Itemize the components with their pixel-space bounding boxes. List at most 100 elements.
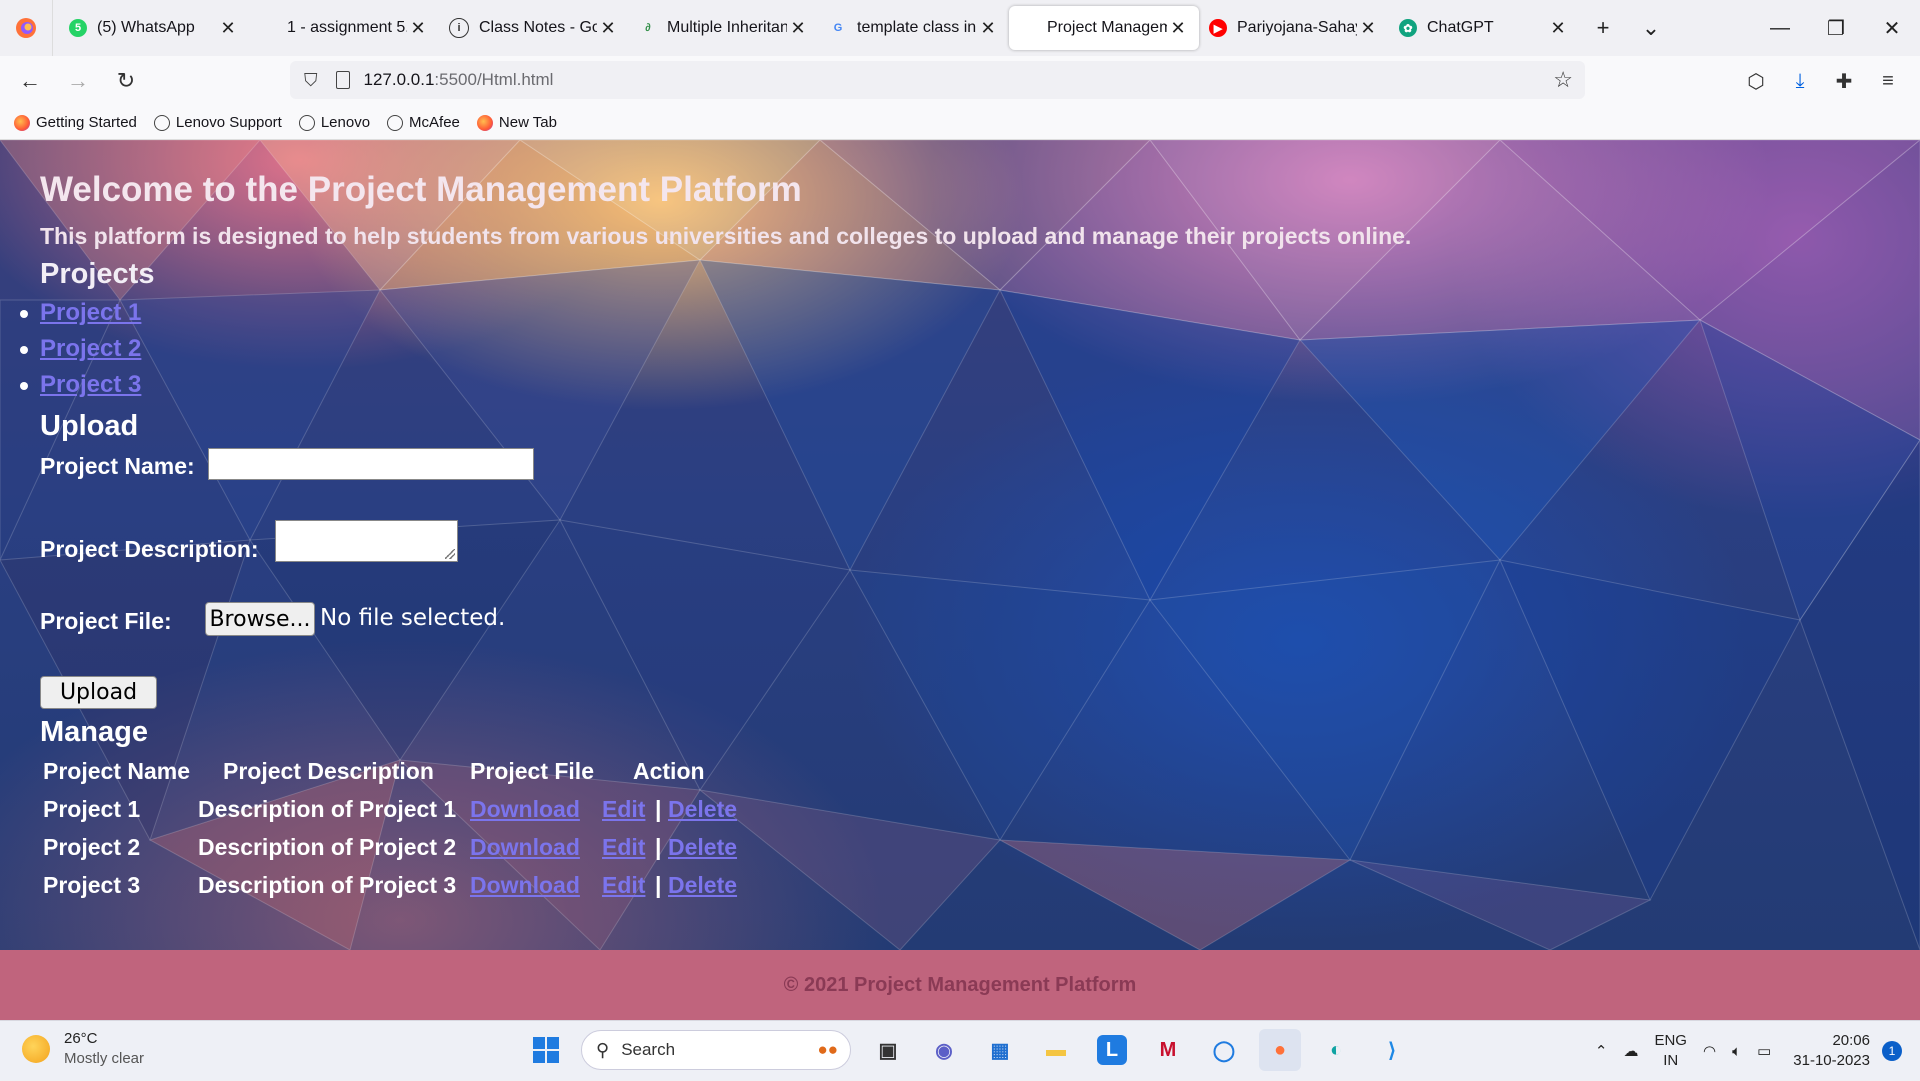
firefox-icon[interactable]: ● — [1259, 1029, 1301, 1071]
edit-link[interactable]: Edit — [602, 834, 645, 861]
close-tab-icon[interactable]: ✕ — [597, 18, 619, 39]
restore-icon[interactable]: ❐ — [1808, 0, 1864, 56]
download-link[interactable]: Download — [470, 834, 580, 861]
delete-link[interactable]: Delete — [668, 796, 737, 823]
browser-tab[interactable]: ∂ Multiple Inheritanc ✕ — [629, 6, 819, 50]
bookmark-label: New Tab — [498, 114, 557, 131]
browser-tab[interactable]: i Class Notes - Goo ✕ — [439, 6, 629, 50]
browser-tab[interactable]: ✿ ChatGPT ✕ — [1389, 6, 1579, 50]
browse-file-button[interactable]: Browse... — [205, 602, 315, 636]
project-name-input[interactable] — [208, 448, 534, 480]
browser-tab[interactable]: 5 (5) WhatsApp ✕ — [59, 6, 249, 50]
browser-tab[interactable]: Project Management P✕ — [1009, 6, 1199, 50]
firefox-menu-icon[interactable] — [0, 0, 53, 56]
project-link[interactable]: Project 1 — [40, 299, 141, 326]
edit-link[interactable]: Edit — [602, 872, 645, 899]
navigation-toolbar: ← → ↻ ⛉ 127.0.0.1:5500/Html.html ☆ ⬡ ⤓ ✚… — [0, 56, 1920, 106]
downloads-icon[interactable]: ⤓ — [1778, 70, 1822, 93]
project-link[interactable]: Project 3 — [40, 371, 141, 398]
forward-icon[interactable]: → — [56, 61, 100, 101]
app-menu-icon[interactable]: ≡ — [1866, 70, 1910, 93]
browser-tab[interactable]: ▶ Pariyojana-Sahaya✕ — [1199, 6, 1389, 50]
reload-icon[interactable]: ↻ — [104, 61, 148, 101]
upload-submit-button[interactable]: Upload — [40, 676, 157, 709]
back-icon[interactable]: ← — [8, 61, 52, 101]
project-link[interactable]: Project 2 — [40, 335, 141, 362]
close-tab-icon[interactable]: ✕ — [977, 18, 999, 39]
bookmark-item[interactable]: Lenovo Support — [153, 114, 282, 131]
cell-project-name: Project 1 — [43, 796, 141, 822]
address-bar[interactable]: ⛉ 127.0.0.1:5500/Html.html ☆ — [290, 61, 1585, 99]
resize-handle-icon[interactable] — [445, 549, 455, 559]
taskbar-search[interactable]: ⚲ Search ●● — [581, 1030, 851, 1070]
close-tab-icon[interactable]: ✕ — [1547, 18, 1569, 39]
new-tab-button[interactable]: + — [1579, 6, 1627, 50]
tab-title: Multiple Inheritanc — [667, 19, 787, 36]
onedrive-icon[interactable]: ☁ — [1623, 1042, 1638, 1060]
url-host: 127.0.0.1 — [363, 70, 435, 89]
minimize-icon[interactable]: — — [1752, 0, 1808, 56]
wifi-icon[interactable]: ◠ — [1703, 1042, 1716, 1060]
bookmark-item[interactable]: Getting Started — [14, 114, 137, 131]
close-tab-icon[interactable]: ✕ — [1357, 18, 1379, 39]
column-header-description: Project Description — [223, 758, 434, 784]
youtube-icon: ▶ — [1209, 19, 1227, 37]
whatsapp-icon: 5 — [69, 19, 87, 37]
page-info-icon[interactable] — [335, 71, 350, 89]
clock[interactable]: 20:06 31-10-2023 — [1793, 1031, 1870, 1071]
delete-link[interactable]: Delete — [668, 872, 737, 899]
battery-icon[interactable]: ▭ — [1757, 1042, 1771, 1060]
project-description-textarea[interactable] — [275, 520, 458, 562]
firefox-icon — [14, 114, 30, 131]
close-tab-icon[interactable]: ✕ — [407, 18, 429, 39]
project-description-label: Project Description: — [40, 536, 259, 562]
globe-icon — [153, 114, 170, 131]
bookmark-item[interactable]: McAfee — [387, 114, 460, 131]
close-tab-icon[interactable]: ✕ — [217, 18, 239, 39]
list-item: Project 2 — [19, 335, 141, 371]
upload-heading: Upload — [40, 410, 139, 442]
close-window-icon[interactable]: ✕ — [1864, 0, 1920, 56]
download-link[interactable]: Download — [470, 872, 580, 899]
tab-title: ChatGPT — [1427, 19, 1494, 36]
url-path: :5500/Html.html — [434, 70, 554, 89]
lenovo-vantage-icon[interactable]: ◯ — [1203, 1029, 1245, 1071]
download-link[interactable]: Download — [470, 796, 580, 823]
browser-tab[interactable]: Gtemplate class in c ✕ — [819, 6, 1009, 50]
no-file-status: No file selected. — [320, 605, 506, 631]
pocket-icon[interactable]: ⬡ — [1734, 69, 1778, 94]
url-text[interactable]: 127.0.0.1:5500/Html.html — [364, 70, 554, 90]
show-hidden-icons-icon[interactable]: ⌃ — [1595, 1042, 1608, 1060]
list-all-tabs-icon[interactable]: ⌄ — [1627, 6, 1675, 50]
bookmark-item[interactable]: New Tab — [476, 114, 557, 131]
geeksforgeeks-icon: ∂ — [645, 22, 651, 34]
teams-icon[interactable]: ◉ — [923, 1029, 965, 1071]
bookmark-item[interactable]: Lenovo — [298, 114, 370, 131]
edge-icon[interactable]: ◐ — [1315, 1029, 1357, 1071]
delete-link[interactable]: Delete — [668, 834, 737, 861]
store-icon[interactable]: ▦ — [979, 1029, 1021, 1071]
google-icon: G — [833, 22, 843, 34]
lenovo-icon[interactable]: L — [1097, 1035, 1127, 1065]
weather-widget[interactable]: 26°C Mostly clear — [22, 1029, 144, 1069]
copyright-text: © 2021 Project Management Platform — [783, 973, 1137, 996]
extensions-icon[interactable]: ✚ — [1822, 69, 1866, 94]
notification-badge[interactable]: 1 — [1882, 1041, 1902, 1061]
windows-start-icon[interactable] — [525, 1029, 567, 1071]
edit-link[interactable]: Edit — [602, 796, 645, 823]
volume-icon[interactable]: 🔈︎ — [1732, 1043, 1741, 1060]
close-tab-icon[interactable]: ✕ — [1167, 18, 1189, 39]
vscode-icon[interactable]: ⟩ — [1371, 1029, 1413, 1071]
close-tab-icon[interactable]: ✕ — [787, 18, 809, 39]
language-indicator[interactable]: ENG IN — [1654, 1031, 1687, 1071]
bookmark-star-icon[interactable]: ☆ — [1553, 67, 1573, 93]
tracking-shield-icon[interactable]: ⛉ — [304, 70, 318, 91]
project-file-label: Project File: — [40, 608, 172, 634]
cell-project-name: Project 2 — [43, 834, 141, 860]
mcafee-icon[interactable]: M — [1147, 1029, 1189, 1071]
bookmark-label: Lenovo Support — [175, 114, 282, 131]
browser-tab[interactable]: 1 - assignment 5.pdf✕ — [249, 6, 439, 50]
projects-list: Project 1 Project 2 Project 3 — [19, 299, 141, 407]
file-explorer-icon[interactable]: ▬ — [1035, 1029, 1077, 1071]
task-view-icon[interactable]: ▣ — [867, 1029, 909, 1071]
